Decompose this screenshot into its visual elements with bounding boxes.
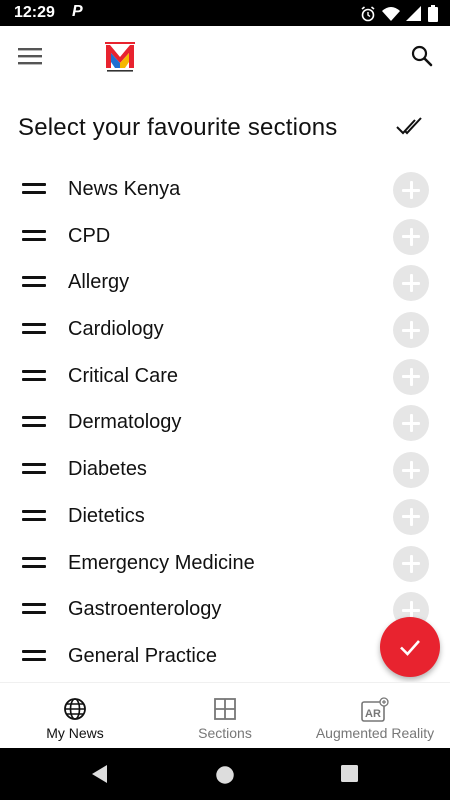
add-section-button[interactable] bbox=[393, 172, 429, 208]
drag-handle-icon[interactable] bbox=[22, 649, 46, 662]
drag-handle-icon[interactable] bbox=[22, 229, 46, 242]
section-label: News Kenya bbox=[68, 178, 181, 200]
section-label: Diabetes bbox=[68, 458, 147, 481]
status-icons bbox=[360, 5, 438, 22]
recents-icon[interactable] bbox=[341, 765, 358, 782]
section-list: News Kenya CPD Allergy Cardiology Critical C… bbox=[0, 166, 450, 681]
drag-handle-icon[interactable] bbox=[22, 603, 46, 615]
battery-icon bbox=[428, 5, 438, 22]
drag-handle-icon[interactable] bbox=[22, 369, 46, 382]
svg-text:AR: AR bbox=[365, 708, 381, 720]
drag-handle-icon[interactable] bbox=[22, 463, 46, 475]
app-bar bbox=[0, 26, 450, 88]
list-item: Critical Care bbox=[0, 353, 450, 400]
add-section-button[interactable] bbox=[393, 405, 429, 442]
page-title: Select your favourite sections bbox=[18, 114, 338, 141]
alarm-icon bbox=[361, 5, 375, 21]
section-label: Cardiology bbox=[68, 318, 164, 341]
drag-handle-icon[interactable] bbox=[22, 323, 46, 335]
drag-handle-icon[interactable] bbox=[22, 509, 46, 522]
list-item: Dietetics bbox=[0, 493, 450, 540]
globe-icon bbox=[64, 698, 86, 720]
menu-icon[interactable] bbox=[18, 46, 42, 66]
section-label: General Practice bbox=[68, 644, 217, 667]
section-label: Gastroenterology bbox=[68, 598, 222, 621]
done-all-icon[interactable] bbox=[396, 114, 428, 140]
section-label: Allergy bbox=[68, 271, 130, 294]
list-item: Diabetes bbox=[0, 446, 450, 493]
status-time: 12:29 bbox=[14, 4, 55, 21]
drag-handle-icon[interactable] bbox=[22, 556, 46, 569]
nav-label-sections: Sections bbox=[198, 725, 252, 741]
search-icon[interactable] bbox=[410, 44, 434, 68]
back-icon[interactable] bbox=[90, 764, 108, 784]
drag-handle-icon[interactable] bbox=[22, 416, 46, 428]
nav-label-augmented-reality: Augmented Reality bbox=[315, 725, 435, 741]
drag-handle-icon[interactable] bbox=[22, 183, 46, 195]
grid-icon bbox=[214, 698, 236, 720]
check-icon bbox=[400, 640, 420, 656]
section-label: Dietetics bbox=[68, 504, 145, 527]
list-item: Dermatology bbox=[0, 399, 450, 446]
nav-item-sections[interactable]: Sections bbox=[150, 683, 300, 748]
add-section-button[interactable] bbox=[393, 218, 429, 255]
nav-item-augmented-reality[interactable]: AR Augmented Reality bbox=[300, 683, 450, 748]
section-label: Emergency Medicine bbox=[68, 551, 255, 574]
confirm-fab-button[interactable] bbox=[380, 617, 440, 677]
list-item: Gastroenterology bbox=[0, 586, 450, 633]
list-item: Cardiology bbox=[0, 306, 450, 353]
list-item: Allergy bbox=[0, 259, 450, 306]
add-section-button[interactable] bbox=[393, 358, 429, 395]
section-label: Critical Care bbox=[68, 364, 179, 387]
notification-p-icon: P bbox=[72, 3, 83, 20]
ar-icon: AR bbox=[361, 697, 389, 722]
add-section-button[interactable] bbox=[393, 452, 429, 489]
home-icon[interactable] bbox=[214, 764, 236, 786]
section-label: CPD bbox=[68, 224, 111, 247]
section-label: Dermatology bbox=[68, 411, 182, 434]
section-header: Select your favourite sections bbox=[18, 110, 438, 146]
wifi-icon bbox=[382, 6, 400, 21]
add-section-button[interactable] bbox=[393, 498, 429, 535]
add-section-button[interactable] bbox=[393, 545, 429, 582]
add-section-button[interactable] bbox=[393, 312, 429, 349]
medical-m-logo-icon bbox=[105, 42, 135, 72]
list-item: News Kenya bbox=[0, 166, 450, 213]
nav-item-my-news[interactable]: My News bbox=[0, 683, 150, 748]
drag-handle-icon[interactable] bbox=[22, 276, 46, 288]
status-bar: 12:29 P bbox=[0, 0, 450, 26]
list-item: Emergency Medicine bbox=[0, 540, 450, 587]
nav-label-my-news: My News bbox=[46, 725, 104, 741]
bottom-nav: My News Sections AR Augmented Reality bbox=[0, 682, 450, 748]
list-item: CPD bbox=[0, 213, 450, 260]
system-nav-bar bbox=[0, 748, 450, 800]
signal-icon bbox=[406, 5, 421, 21]
add-section-button[interactable] bbox=[393, 265, 429, 302]
